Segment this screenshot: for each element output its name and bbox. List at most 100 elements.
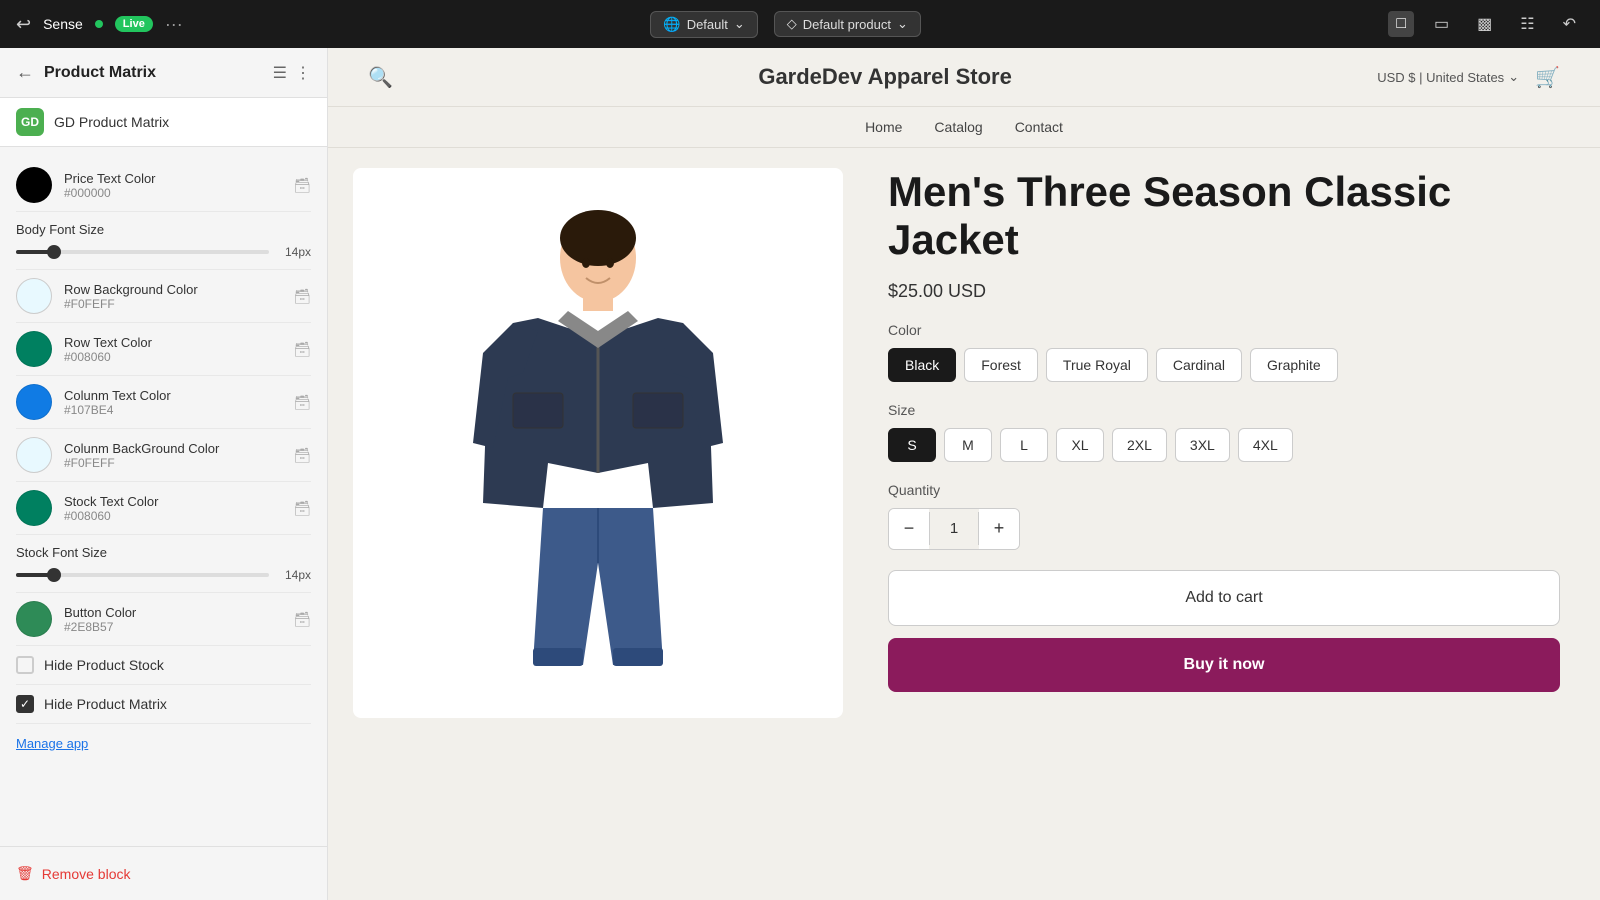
product-image-container <box>353 168 843 718</box>
nav-catalog[interactable]: Catalog <box>934 119 982 135</box>
default-theme-button[interactable]: 🌐 Default ⌄ <box>650 11 758 38</box>
size-option-4xl[interactable]: 4XL <box>1238 428 1293 462</box>
hide-product-stock-label: Hide Product Stock <box>44 657 164 673</box>
tablet-view-button[interactable]: ▭ <box>1426 10 1457 38</box>
size-option-s[interactable]: S <box>888 428 936 462</box>
hide-product-matrix-row: ✓ Hide Product Matrix <box>16 685 311 724</box>
sidebar-more-icon[interactable]: ⋮ <box>295 63 311 83</box>
manage-app-link[interactable]: Manage app <box>16 724 311 763</box>
button-color-db-icon[interactable]: 🗃 <box>293 611 311 628</box>
store-preview: 🔍 GardeDev Apparel Store USD $ | United … <box>328 48 1600 900</box>
stock-text-color-label: Stock Text Color <box>64 494 281 509</box>
sidebar-header: ← Product Matrix ☰ ⋮ <box>0 48 327 98</box>
col-bg-color-hex: #F0FEFF <box>64 456 281 470</box>
remove-block-button[interactable]: 🗑 Remove block <box>16 859 130 888</box>
live-badge: Live <box>115 16 153 32</box>
size-option-3xl[interactable]: 3XL <box>1175 428 1230 462</box>
col-text-color-swatch[interactable] <box>16 384 52 420</box>
row-text-color-row: Row Text Color #008060 🗃 <box>16 323 311 376</box>
hide-product-matrix-checkbox[interactable]: ✓ <box>16 695 34 713</box>
row-bg-color-swatch[interactable] <box>16 278 52 314</box>
size-option-xl[interactable]: XL <box>1056 428 1104 462</box>
nav-contact[interactable]: Contact <box>1015 119 1063 135</box>
nav-home[interactable]: Home <box>865 119 902 135</box>
price-text-db-icon[interactable]: 🗃 <box>293 177 311 194</box>
top-bar-right: □ ▭ ▩ ☷ ↶ <box>1388 10 1584 38</box>
default-product-button[interactable]: ◇ Default product ⌄ <box>774 11 921 37</box>
stock-text-color-swatch[interactable] <box>16 490 52 526</box>
size-option-2xl[interactable]: 2XL <box>1112 428 1167 462</box>
buy-now-button[interactable]: Buy it now <box>888 638 1560 692</box>
button-color-info: Button Color #2E8B57 <box>64 605 281 634</box>
mobile-view-button[interactable]: ▩ <box>1469 10 1500 38</box>
search-icon[interactable]: 🔍 <box>368 65 393 90</box>
chevron-down-icon: ⌄ <box>734 16 745 32</box>
currency-selector[interactable]: USD $ | United States ⌄ <box>1377 69 1519 85</box>
desktop-view-button[interactable]: □ <box>1388 11 1414 37</box>
price-text-color-swatch[interactable] <box>16 167 52 203</box>
cart-icon[interactable]: 🛒 <box>1535 65 1560 90</box>
row-text-color-info: Row Text Color #008060 <box>64 335 281 364</box>
button-color-label: Button Color <box>64 605 281 620</box>
quantity-value: 1 <box>929 512 979 545</box>
sidebar-header-icons: ☰ ⋮ <box>273 63 311 83</box>
row-bg-color-info: Row Background Color #F0FEFF <box>64 282 281 311</box>
row-bg-color-label: Row Background Color <box>64 282 281 297</box>
color-option-cardinal[interactable]: Cardinal <box>1156 348 1242 382</box>
hide-product-stock-checkbox[interactable] <box>16 656 34 674</box>
row-bg-color-hex: #F0FEFF <box>64 297 281 311</box>
quantity-decrease-button[interactable]: − <box>889 509 929 549</box>
size-option-label: Size <box>888 402 1560 418</box>
app-name: Sense <box>43 16 83 32</box>
stock-text-db-icon[interactable]: 🗃 <box>293 500 311 517</box>
live-dot <box>95 20 103 28</box>
store-header-right: USD $ | United States ⌄ 🛒 <box>1377 65 1560 90</box>
grid-view-button[interactable]: ☷ <box>1512 10 1542 38</box>
currency-label: USD $ | United States <box>1377 70 1504 85</box>
back-icon[interactable]: ↩ <box>16 14 31 35</box>
store-header: 🔍 GardeDev Apparel Store USD $ | United … <box>328 48 1600 107</box>
stock-text-color-row: Stock Text Color #008060 🗃 <box>16 482 311 535</box>
col-text-color-row: Colunm Text Color #107BE4 🗃 <box>16 376 311 429</box>
stock-font-slider-thumb[interactable] <box>47 568 61 582</box>
stock-font-slider-row: 14px <box>16 568 311 582</box>
body-font-size-value: 14px <box>279 245 311 259</box>
theme-label: Default <box>687 17 728 32</box>
col-bg-color-label: Colunm BackGround Color <box>64 441 281 456</box>
col-text-db-icon[interactable]: 🗃 <box>293 394 311 411</box>
price-text-color-row: Price Text Color #000000 🗃 <box>16 159 311 212</box>
color-option-forest[interactable]: Forest <box>964 348 1038 382</box>
price-text-color-hex: #000000 <box>64 186 281 200</box>
product-details: Men's Three Season Classic Jacket $25.00… <box>868 148 1600 900</box>
product-label: Default product <box>803 17 891 32</box>
size-option-l[interactable]: L <box>1000 428 1048 462</box>
row-text-color-swatch[interactable] <box>16 331 52 367</box>
hide-product-stock-row: Hide Product Stock <box>16 646 311 685</box>
sidebar-back-icon[interactable]: ← <box>16 62 34 83</box>
col-bg-color-swatch[interactable] <box>16 437 52 473</box>
color-option-graphite[interactable]: Graphite <box>1250 348 1338 382</box>
undo-button[interactable]: ↶ <box>1555 10 1584 38</box>
stock-font-slider-track[interactable] <box>16 573 269 577</box>
sidebar-list-icon[interactable]: ☰ <box>273 63 287 83</box>
more-options-icon[interactable]: ··· <box>165 14 183 35</box>
body-font-slider-thumb[interactable] <box>47 245 61 259</box>
body-font-size-label: Body Font Size <box>16 222 311 237</box>
color-option-black[interactable]: Black <box>888 348 956 382</box>
col-bg-db-icon[interactable]: 🗃 <box>293 447 311 464</box>
row-text-db-icon[interactable]: 🗃 <box>293 341 311 358</box>
stock-font-size-label: Stock Font Size <box>16 545 311 560</box>
quantity-increase-button[interactable]: + <box>979 509 1019 549</box>
main-layout: ← Product Matrix ☰ ⋮ GD GD Product Matri… <box>0 48 1600 900</box>
size-option-m[interactable]: M <box>944 428 992 462</box>
size-options: S M L XL 2XL 3XL 4XL <box>888 428 1560 462</box>
sidebar: ← Product Matrix ☰ ⋮ GD GD Product Matri… <box>0 48 328 900</box>
body-font-slider-track[interactable] <box>16 250 269 254</box>
button-color-swatch[interactable] <box>16 601 52 637</box>
color-option-true-royal[interactable]: True Royal <box>1046 348 1148 382</box>
trash-icon: 🗑 <box>16 865 34 882</box>
row-bg-db-icon[interactable]: 🗃 <box>293 288 311 305</box>
quantity-label: Quantity <box>888 482 1560 498</box>
add-to-cart-button[interactable]: Add to cart <box>888 570 1560 626</box>
store-nav: Home Catalog Contact <box>328 107 1600 148</box>
